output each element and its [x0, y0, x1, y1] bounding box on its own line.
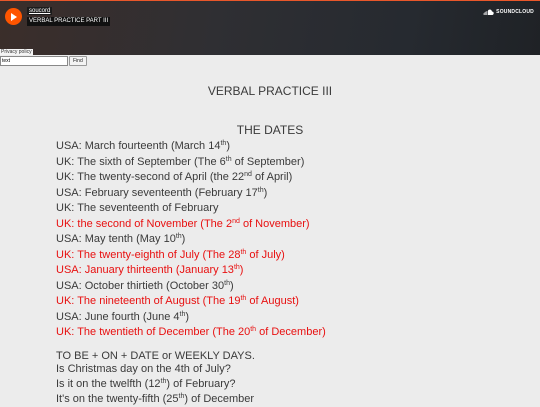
example-item: Is Christmas day on the 4th of July? — [56, 362, 254, 377]
privacy-policy-link[interactable]: Privacy policy — [0, 49, 33, 55]
date-item: USA: March fourteenth (March 14th) — [56, 139, 326, 155]
line-text: USA: June fourth (June 4 — [56, 310, 180, 323]
date-item: UK: The twenty-eighth of July (The 28th … — [56, 248, 326, 264]
date-item: USA: February seventeenth (February 17th… — [56, 186, 326, 202]
date-item: USA: May tenth (May 10th) — [56, 232, 326, 248]
find-bar: Find — [0, 56, 87, 66]
line-text-end: ) of February? — [166, 378, 236, 390]
line-text: UK: The twenty-eighth of July (The 28 — [56, 248, 241, 261]
line-text: Is Christmas day on the 4th of July? — [56, 363, 231, 375]
line-text-end: ) — [229, 279, 234, 292]
example-item: Is it on the twelfth (12th) of February? — [56, 377, 254, 392]
line-text-end: of July) — [246, 248, 285, 261]
date-item: UK: The nineteenth of August (The 19th o… — [56, 294, 326, 310]
section-title: THE DATES — [236, 123, 304, 137]
date-item: USA: January thirteenth (January 13th) — [56, 263, 326, 279]
line-text: UK: The twentieth of December (The 20 — [56, 326, 251, 338]
soundcloud-logo[interactable]: SOUNDCLOUD — [483, 9, 534, 15]
line-text: UK: The nineteenth of August (The 19 — [56, 295, 241, 307]
line-text: USA: March fourteenth (March 14 — [56, 140, 221, 152]
line-text-end: ) of December — [184, 393, 255, 405]
soundcloud-player: soucord VERBAL PRACTICE PART III SOUNDCL… — [0, 0, 540, 55]
cloud-icon — [483, 9, 494, 15]
line-text-end: of August) — [246, 295, 299, 307]
date-item: USA: October thirtieth (October 30th) — [56, 279, 326, 295]
line-text-end: ) — [181, 233, 186, 245]
ordinal-suffix: nd — [232, 217, 240, 225]
line-text-end: of September) — [231, 155, 305, 168]
line-text: Is it on the twelfth (12 — [56, 378, 161, 390]
line-text: USA: January thirteenth (January 13 — [56, 264, 234, 276]
line-text: UK: The seventeenth of February — [56, 202, 219, 214]
line-text-end: ) — [263, 186, 268, 199]
line-text-end: ) — [239, 264, 244, 276]
ordinal-suffix: nd — [244, 171, 252, 178]
examples-list: Is Christmas day on the 4th of July? Is i… — [56, 362, 254, 407]
track-title[interactable]: VERBAL PRACTICE PART III — [27, 17, 111, 26]
line-text-end: of December) — [256, 326, 326, 338]
dates-list: USA: March fourteenth (March 14th) UK: Th… — [56, 139, 326, 341]
line-text: UK: the second of November (The 2 — [56, 217, 233, 230]
date-item: UK: The seventeenth of February — [56, 201, 326, 217]
line-text-end: ) — [185, 310, 190, 323]
date-item: UK: The twentieth of December (The 20th … — [56, 325, 326, 341]
date-item: UK: the second of November (The 2nd of N… — [56, 217, 326, 233]
line-text: USA: October thirtieth (October 30 — [56, 279, 225, 292]
play-button[interactable] — [5, 8, 22, 25]
line-text: USA: February seventeenth (February 17 — [56, 186, 258, 199]
date-item: USA: June fourth (June 4th) — [56, 310, 326, 326]
line-text: UK: The sixth of September (The 6 — [56, 155, 226, 168]
date-item: UK: The twenty-second of April (the 22nd… — [56, 170, 326, 186]
line-text-end: of April) — [251, 171, 293, 183]
line-text-end: of November) — [239, 217, 310, 230]
line-text: It's on the twenty-fifth (25 — [56, 393, 179, 405]
line-text: UK: The twenty-second of April (the 22 — [56, 171, 245, 183]
date-item: UK: The sixth of September (The 6th of S… — [56, 155, 326, 171]
page-title: VERBAL PRACTICE III — [207, 84, 333, 98]
play-icon — [11, 12, 17, 21]
soundcloud-brand: SOUNDCLOUD — [496, 9, 534, 15]
find-button[interactable]: Find — [69, 56, 87, 66]
artist-link[interactable]: soucord — [27, 7, 53, 15]
find-input[interactable] — [0, 56, 68, 66]
line-text-end: ) — [226, 140, 230, 152]
line-text: USA: May tenth (May 10 — [56, 233, 176, 245]
